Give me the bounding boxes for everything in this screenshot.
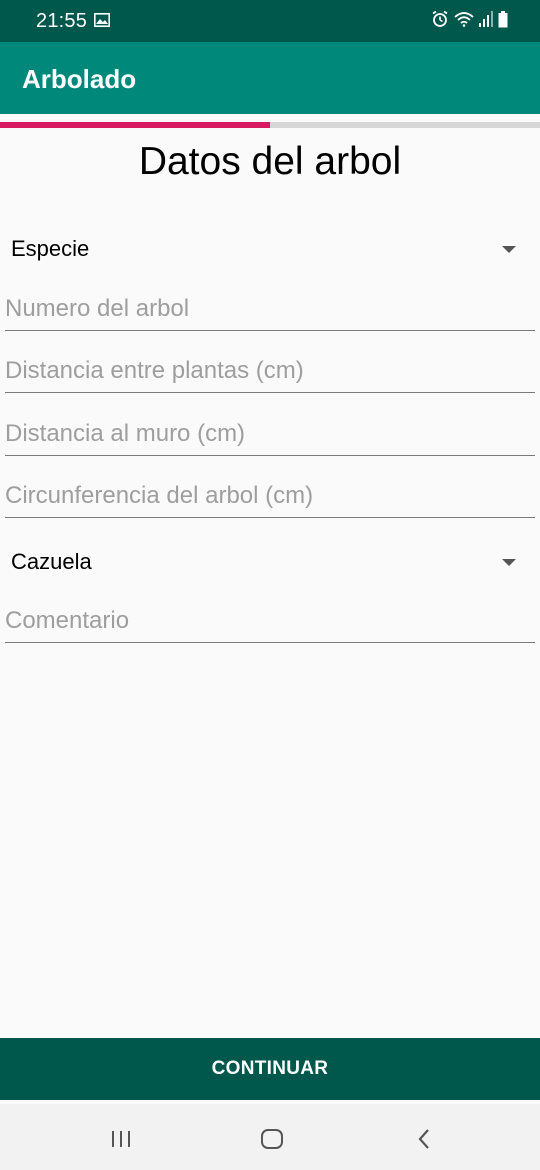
species-spinner[interactable]: Especie bbox=[0, 222, 540, 274]
progress-bar bbox=[0, 122, 540, 128]
status-time: 21:55 bbox=[36, 10, 88, 32]
cazuela-spinner-label: Cazuela bbox=[11, 549, 92, 574]
dropdown-arrow-icon bbox=[502, 559, 516, 566]
app-title: Arbolado bbox=[22, 64, 137, 94]
wall-distance-field[interactable] bbox=[5, 417, 535, 451]
comment-field[interactable] bbox=[5, 604, 535, 638]
continue-button[interactable]: CONTINUAR bbox=[0, 1038, 540, 1100]
status-bar: 21:55 bbox=[0, 0, 540, 42]
back-icon[interactable] bbox=[409, 1124, 439, 1154]
system-nav-bar bbox=[0, 1104, 540, 1170]
home-icon[interactable] bbox=[257, 1124, 287, 1154]
signal-icon bbox=[479, 11, 493, 32]
species-spinner-label: Especie bbox=[11, 236, 90, 261]
plant-distance-field-container bbox=[5, 348, 535, 393]
tree-number-field-container bbox=[5, 286, 535, 331]
circumference-field[interactable] bbox=[5, 479, 535, 513]
wifi-icon bbox=[454, 11, 474, 32]
comment-field-container bbox=[5, 598, 535, 643]
plant-distance-field[interactable] bbox=[5, 354, 535, 388]
wall-distance-field-container bbox=[5, 411, 535, 456]
image-icon bbox=[94, 13, 110, 32]
circumference-field-container bbox=[5, 473, 535, 518]
alarm-icon bbox=[431, 10, 449, 33]
page-title: Datos del arbol bbox=[138, 140, 402, 183]
battery-icon bbox=[498, 10, 508, 33]
cazuela-spinner[interactable]: Cazuela bbox=[0, 535, 540, 587]
tree-number-field[interactable] bbox=[5, 292, 535, 326]
app-bar: Arbolado bbox=[0, 42, 540, 114]
dropdown-arrow-icon bbox=[502, 246, 516, 253]
progress-fill bbox=[0, 122, 270, 128]
recent-apps-icon[interactable] bbox=[106, 1124, 136, 1154]
